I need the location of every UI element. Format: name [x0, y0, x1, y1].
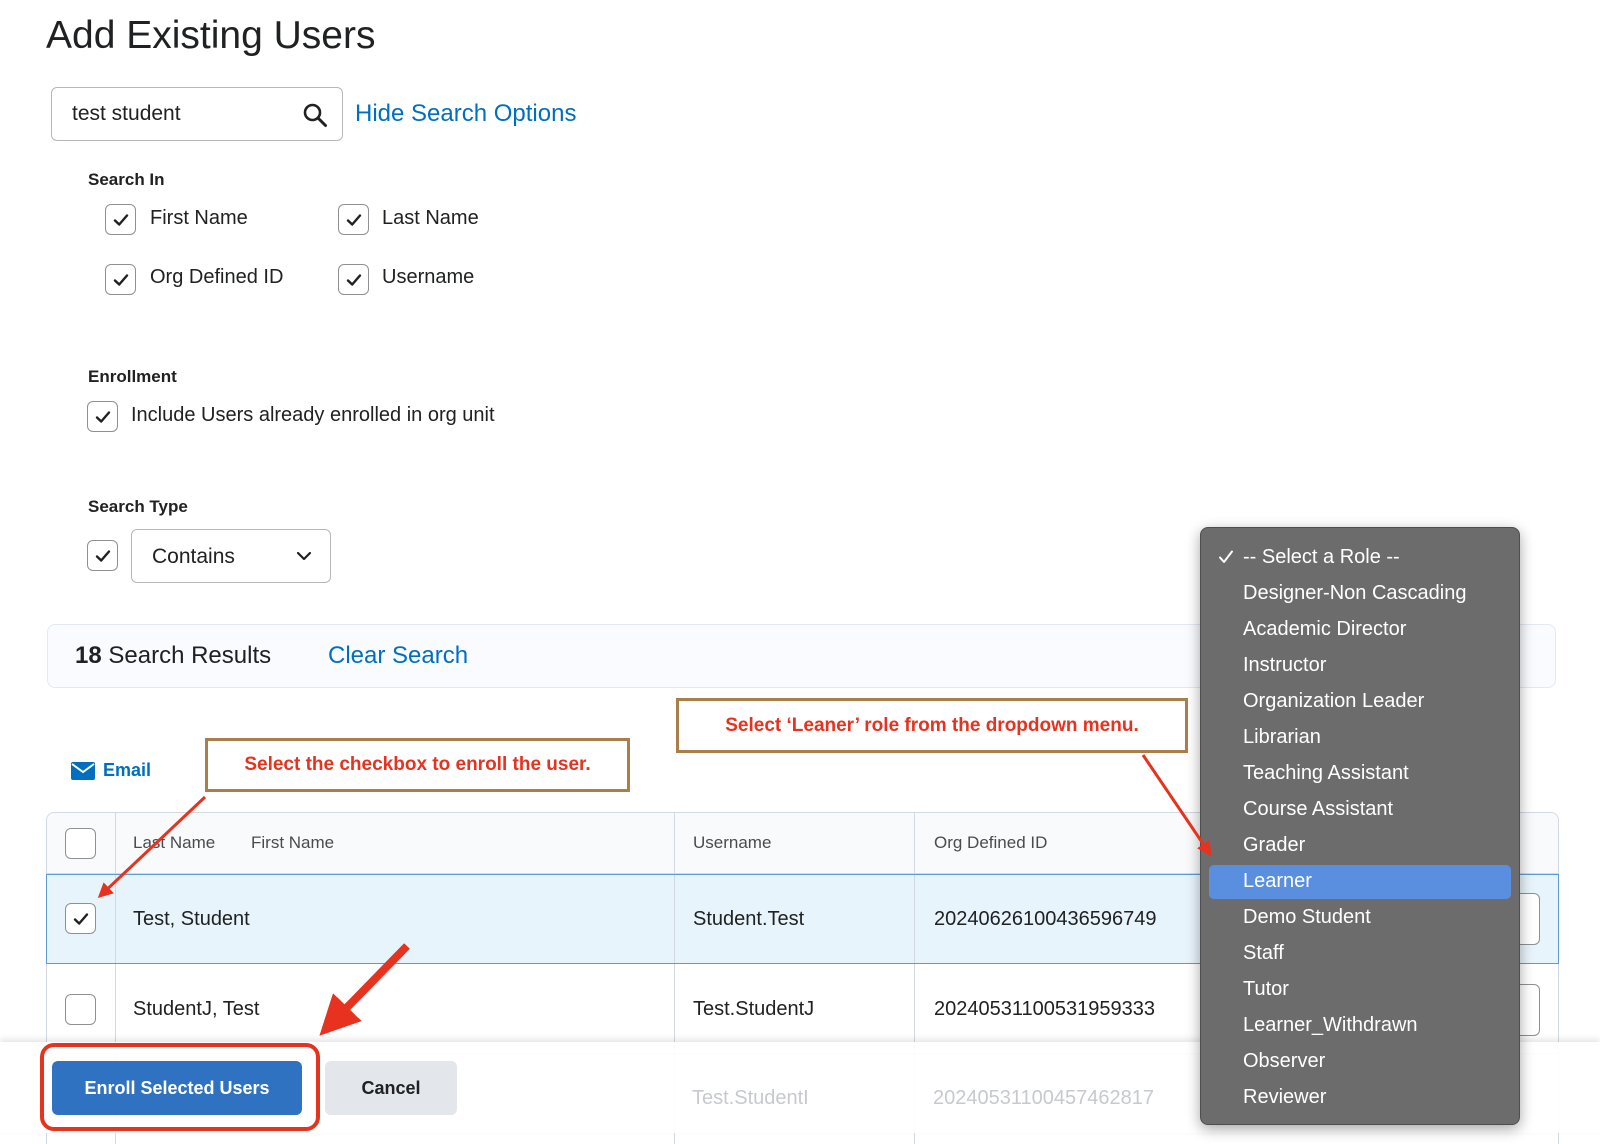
email-label: Email — [103, 760, 152, 780]
role-option[interactable]: Learner_Withdrawn — [1209, 1009, 1511, 1043]
enrollment-label: Enrollment — [88, 367, 177, 386]
row-username: Student.Test — [693, 908, 805, 930]
select-all-checkbox[interactable] — [65, 828, 96, 859]
include-enrolled-checkbox[interactable] — [87, 401, 118, 432]
last-name-checkbox[interactable] — [338, 204, 369, 235]
header-first-name[interactable]: First Name — [251, 833, 334, 853]
role-option[interactable]: Course Assistant — [1209, 793, 1511, 827]
search-in-label: Search In — [88, 170, 165, 189]
role-option[interactable]: Grader — [1209, 829, 1511, 863]
checkmark-icon — [1219, 550, 1233, 563]
first-name-checkbox[interactable] — [105, 204, 136, 235]
header-username[interactable]: Username — [693, 833, 771, 853]
checkmark-icon — [113, 213, 128, 226]
page-title: Add Existing Users — [46, 14, 376, 57]
header-last-name[interactable]: Last Name — [133, 833, 215, 853]
role-annotation-callout: Select ‘Leaner’ role from the dropdown m… — [676, 698, 1188, 753]
role-option[interactable]: Tutor — [1209, 973, 1511, 1007]
row-select-checkbox[interactable] — [65, 994, 96, 1025]
role-option[interactable]: Academic Director — [1209, 613, 1511, 647]
checkmark-icon — [73, 912, 88, 925]
username-label: Username — [382, 266, 475, 288]
row-name: StudentJ, Test — [133, 998, 260, 1020]
row-org-id: 20240531100531959333 — [934, 998, 1155, 1020]
role-option-learner[interactable]: Learner — [1209, 865, 1511, 899]
checkmark-icon — [95, 410, 110, 423]
checkmark-icon — [95, 549, 110, 562]
search-icon[interactable] — [302, 102, 328, 128]
row-name: Test, Student — [133, 908, 250, 930]
role-dropdown-menu[interactable]: -- Select a Role -- Designer-Non Cascadi… — [1200, 527, 1520, 1125]
last-name-label: Last Name — [382, 207, 479, 229]
clear-search-link[interactable]: Clear Search — [328, 642, 468, 670]
results-count: 18 Search Results — [75, 642, 271, 670]
row-username: Test.StudentI — [692, 1087, 809, 1109]
header-org-defined-id[interactable]: Org Defined ID — [934, 833, 1047, 853]
first-name-label: First Name — [150, 207, 248, 229]
hide-search-options-link[interactable]: Hide Search Options — [355, 100, 576, 128]
checkmark-icon — [346, 213, 361, 226]
search-type-select[interactable]: Contains — [131, 529, 331, 583]
search-type-value: Contains — [152, 545, 235, 568]
highlight-ring — [40, 1043, 320, 1131]
include-enrolled-label: Include Users already enrolled in org un… — [131, 404, 495, 426]
chevron-down-icon — [296, 551, 312, 561]
envelope-icon — [71, 761, 95, 780]
row-select-checkbox[interactable] — [65, 903, 96, 934]
role-option[interactable]: Observer — [1209, 1045, 1511, 1079]
results-label: Search Results — [108, 642, 272, 669]
search-box[interactable] — [51, 87, 343, 141]
results-number: 18 — [75, 642, 102, 669]
role-option[interactable]: Designer-Non Cascading — [1209, 577, 1511, 611]
search-type-checkbox[interactable] — [87, 540, 118, 571]
username-checkbox[interactable] — [338, 264, 369, 295]
email-button[interactable]: Email — [71, 760, 151, 781]
row-org-id: 20240531100457462817 — [933, 1087, 1154, 1109]
role-option[interactable]: -- Select a Role -- — [1209, 541, 1511, 575]
row-org-id: 20240626100436596749 — [934, 908, 1157, 930]
role-option[interactable]: Instructor — [1209, 649, 1511, 683]
cancel-button[interactable]: Cancel — [325, 1061, 457, 1115]
search-input[interactable] — [70, 100, 290, 128]
org-defined-id-checkbox[interactable] — [105, 264, 136, 295]
row-username: Test.StudentJ — [693, 998, 815, 1020]
role-option[interactable]: Organization Leader — [1209, 685, 1511, 719]
role-option[interactable]: Reviewer — [1209, 1081, 1511, 1115]
role-option[interactable]: Librarian — [1209, 721, 1511, 755]
checkbox-annotation-callout: Select the checkbox to enroll the user. — [205, 738, 630, 792]
checkmark-icon — [346, 273, 361, 286]
role-option[interactable]: Staff — [1209, 937, 1511, 971]
search-type-label: Search Type — [88, 497, 188, 516]
checkmark-icon — [113, 273, 128, 286]
org-defined-id-label: Org Defined ID — [150, 266, 284, 288]
role-option[interactable]: Teaching Assistant — [1209, 757, 1511, 791]
role-option[interactable]: Demo Student — [1209, 901, 1511, 935]
